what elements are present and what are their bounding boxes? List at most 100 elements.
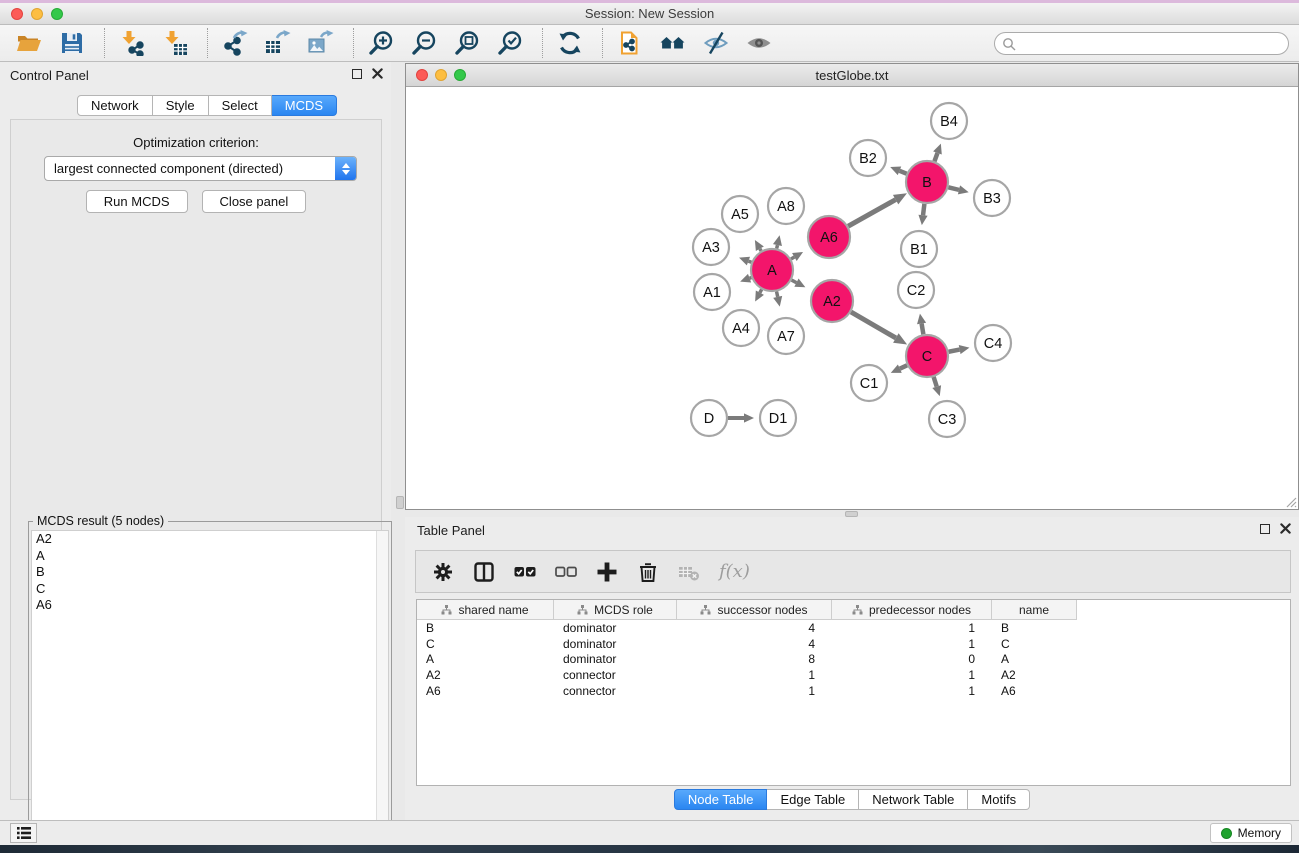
tab-select[interactable]: Select: [209, 95, 272, 116]
graph-node-C1[interactable]: C1: [851, 365, 887, 401]
zoom-window-button[interactable]: [51, 8, 63, 20]
network-minimize-button[interactable]: [435, 69, 447, 81]
tab-network-table[interactable]: Network Table: [859, 789, 968, 810]
column-header-shared-name[interactable]: shared name: [417, 600, 554, 620]
graph-node-B1[interactable]: B1: [901, 231, 937, 267]
table-row[interactable]: A6connector11A6: [417, 683, 1290, 699]
graph-edge-B-B1[interactable]: [918, 204, 927, 225]
function-builder-icon[interactable]: f(x): [719, 561, 750, 582]
column-header-name[interactable]: name: [992, 600, 1077, 620]
graph-node-D[interactable]: D: [691, 400, 727, 436]
import-table-icon[interactable]: [160, 28, 190, 58]
zoom-selected-icon[interactable]: [495, 28, 525, 58]
graph-node-C[interactable]: C: [906, 335, 948, 377]
float-panel-icon[interactable]: [352, 69, 362, 79]
tab-mcds[interactable]: MCDS: [272, 95, 337, 116]
mcds-result-item[interactable]: C: [32, 581, 388, 598]
graph-node-A3[interactable]: A3: [693, 229, 729, 265]
select-all-icon[interactable]: [514, 561, 536, 583]
close-panel-icon[interactable]: [372, 68, 383, 79]
graph-node-D1[interactable]: D1: [760, 400, 796, 436]
delete-column-trash-icon[interactable]: [637, 561, 659, 583]
column-selector-icon[interactable]: [473, 561, 495, 583]
graph-edge-A-A4[interactable]: [755, 289, 764, 301]
graph-edge-B-B4[interactable]: [933, 144, 942, 162]
graph-node-A5[interactable]: A5: [722, 196, 758, 232]
graph-edge-A-A3[interactable]: [739, 257, 751, 266]
mcds-result-item[interactable]: B: [32, 564, 388, 581]
zoom-fit-icon[interactable]: [452, 28, 482, 58]
graph-edge-C-C4[interactable]: [949, 345, 970, 354]
close-table-panel-icon[interactable]: [1280, 523, 1291, 534]
graph-edge-A-A2[interactable]: [792, 279, 806, 288]
graph-node-A[interactable]: A: [751, 249, 793, 291]
table-settings-gear-icon[interactable]: [432, 561, 454, 583]
graph-edge-D-D1[interactable]: [728, 413, 754, 422]
mcds-result-item[interactable]: A6: [32, 597, 388, 614]
graph-node-B[interactable]: B: [906, 161, 948, 203]
tab-style[interactable]: Style: [153, 95, 209, 116]
optimization-criterion-dropdown[interactable]: largest connected component (directed): [44, 156, 357, 181]
network-from-selection-icon[interactable]: [615, 28, 645, 58]
memory-button[interactable]: Memory: [1210, 823, 1292, 843]
resize-grip-icon[interactable]: [1283, 494, 1297, 508]
dropdown-stepper-icon[interactable]: [335, 157, 356, 180]
graph-node-A8[interactable]: A8: [768, 188, 804, 224]
graph-node-B3[interactable]: B3: [974, 180, 1010, 216]
graph-node-C4[interactable]: C4: [975, 325, 1011, 361]
graph-edge-C-C1[interactable]: [891, 364, 907, 372]
close-window-button[interactable]: [11, 8, 23, 20]
column-header-successor-nodes[interactable]: successor nodes: [677, 600, 832, 620]
graph-edge-C-C2[interactable]: [917, 314, 926, 335]
graph-edge-A6-B[interactable]: [848, 193, 907, 226]
save-session-icon[interactable]: [57, 28, 87, 58]
tab-network[interactable]: Network: [77, 95, 153, 116]
show-all-networks-icon[interactable]: [658, 28, 688, 58]
network-zoom-button[interactable]: [454, 69, 466, 81]
graph-node-A4[interactable]: A4: [723, 310, 759, 346]
minimize-window-button[interactable]: [31, 8, 43, 20]
graph-node-A6[interactable]: A6: [808, 216, 850, 258]
table-row[interactable]: Bdominator41B: [417, 620, 1290, 636]
graph-node-B4[interactable]: B4: [931, 103, 967, 139]
graph-node-C3[interactable]: C3: [929, 401, 965, 437]
graph-node-A2[interactable]: A2: [811, 280, 853, 322]
table-row[interactable]: Adominator80A: [417, 651, 1290, 667]
float-table-panel-icon[interactable]: [1260, 524, 1270, 534]
graph-edge-A-A5[interactable]: [755, 240, 764, 251]
graph-node-C2[interactable]: C2: [898, 272, 934, 308]
network-canvas[interactable]: AA1A2A3A4A5A6A7A8BB1B2B3B4CC1C2C3C4DD1: [406, 87, 1298, 509]
graph-edge-A-A6[interactable]: [791, 252, 803, 261]
tab-edge-table[interactable]: Edge Table: [767, 789, 859, 810]
table-row[interactable]: A2connector11A2: [417, 667, 1290, 683]
refresh-icon[interactable]: [555, 28, 585, 58]
graph-edge-A-A7[interactable]: [773, 292, 782, 307]
graph-edge-A2-C[interactable]: [851, 312, 907, 344]
column-header-predecessor-nodes[interactable]: predecessor nodes: [832, 600, 992, 620]
graph-edge-A-A8[interactable]: [773, 235, 782, 248]
export-network-icon[interactable]: [220, 28, 250, 58]
graph-edge-A-A1[interactable]: [740, 274, 751, 283]
close-panel-button[interactable]: Close panel: [202, 190, 307, 213]
graph-edge-B-B3[interactable]: [948, 185, 968, 194]
add-column-icon[interactable]: [596, 561, 618, 583]
graph-node-B2[interactable]: B2: [850, 140, 886, 176]
mcds-result-item[interactable]: A2: [32, 531, 388, 548]
zoom-in-icon[interactable]: [366, 28, 396, 58]
zoom-out-icon[interactable]: [409, 28, 439, 58]
search-input[interactable]: [1016, 35, 1288, 53]
graph-node-A1[interactable]: A1: [694, 274, 730, 310]
table-row[interactable]: Cdominator41C: [417, 636, 1290, 652]
export-image-icon[interactable]: [306, 28, 336, 58]
graph-edge-B-B2[interactable]: [890, 167, 906, 176]
vertical-splitter-grip[interactable]: [396, 496, 404, 509]
task-history-button[interactable]: [10, 823, 37, 843]
run-mcds-button[interactable]: Run MCDS: [86, 190, 188, 213]
tab-motifs[interactable]: Motifs: [968, 789, 1030, 810]
delete-table-icon[interactable]: [678, 561, 700, 583]
deselect-all-icon[interactable]: [555, 561, 577, 583]
result-scrollbar[interactable]: [376, 531, 388, 850]
mcds-result-item[interactable]: A: [32, 548, 388, 565]
network-close-button[interactable]: [416, 69, 428, 81]
column-header-mcds-role[interactable]: MCDS role: [554, 600, 677, 620]
